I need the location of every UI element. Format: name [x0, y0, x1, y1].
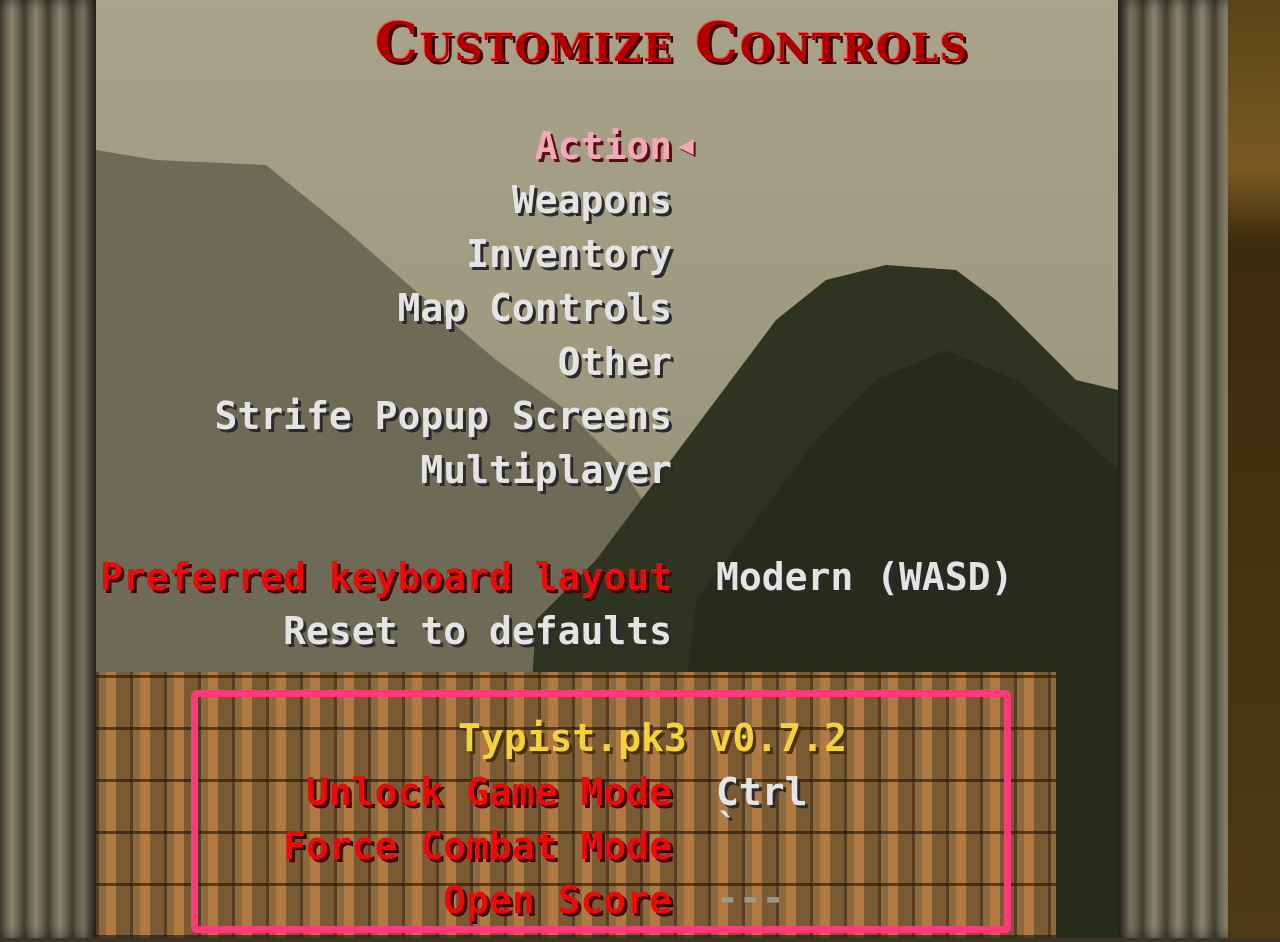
force-combat-mode-key[interactable]: ` [716, 806, 739, 850]
menu-item-inventory[interactable]: Inventory [466, 232, 672, 276]
left-triangle-icon: ◀ [678, 131, 694, 161]
menu-title: Customize Controls [374, 10, 970, 74]
stone-pillar-left [0, 0, 96, 938]
mod-title: Typist.pk3 v0.7.2 [458, 716, 847, 760]
keyboard-layout-value[interactable]: Modern (WASD) [716, 555, 1013, 599]
menu-item-map-controls[interactable]: Map Controls [397, 286, 672, 330]
menu-item-action[interactable]: Action [535, 124, 672, 168]
reset-defaults-button[interactable]: Reset to defaults [283, 609, 672, 653]
open-score-key[interactable]: --- [716, 876, 785, 920]
menu-item-weapons[interactable]: Weapons [512, 178, 672, 222]
menu-item-other[interactable]: Other [558, 340, 672, 384]
keyboard-layout-label[interactable]: Preferred keyboard layout [100, 555, 672, 599]
stone-pillar-right [1118, 0, 1228, 938]
wall-edge-right [1228, 0, 1280, 938]
force-combat-mode-label[interactable]: Force Combat Mode [283, 824, 672, 868]
menu-item-strife-popup-screens[interactable]: Strife Popup Screens [214, 394, 672, 438]
open-score-label[interactable]: Open Score [443, 878, 672, 922]
unlock-game-mode-label[interactable]: Unlock Game Mode [306, 770, 672, 814]
menu-item-multiplayer[interactable]: Multiplayer [420, 448, 672, 492]
